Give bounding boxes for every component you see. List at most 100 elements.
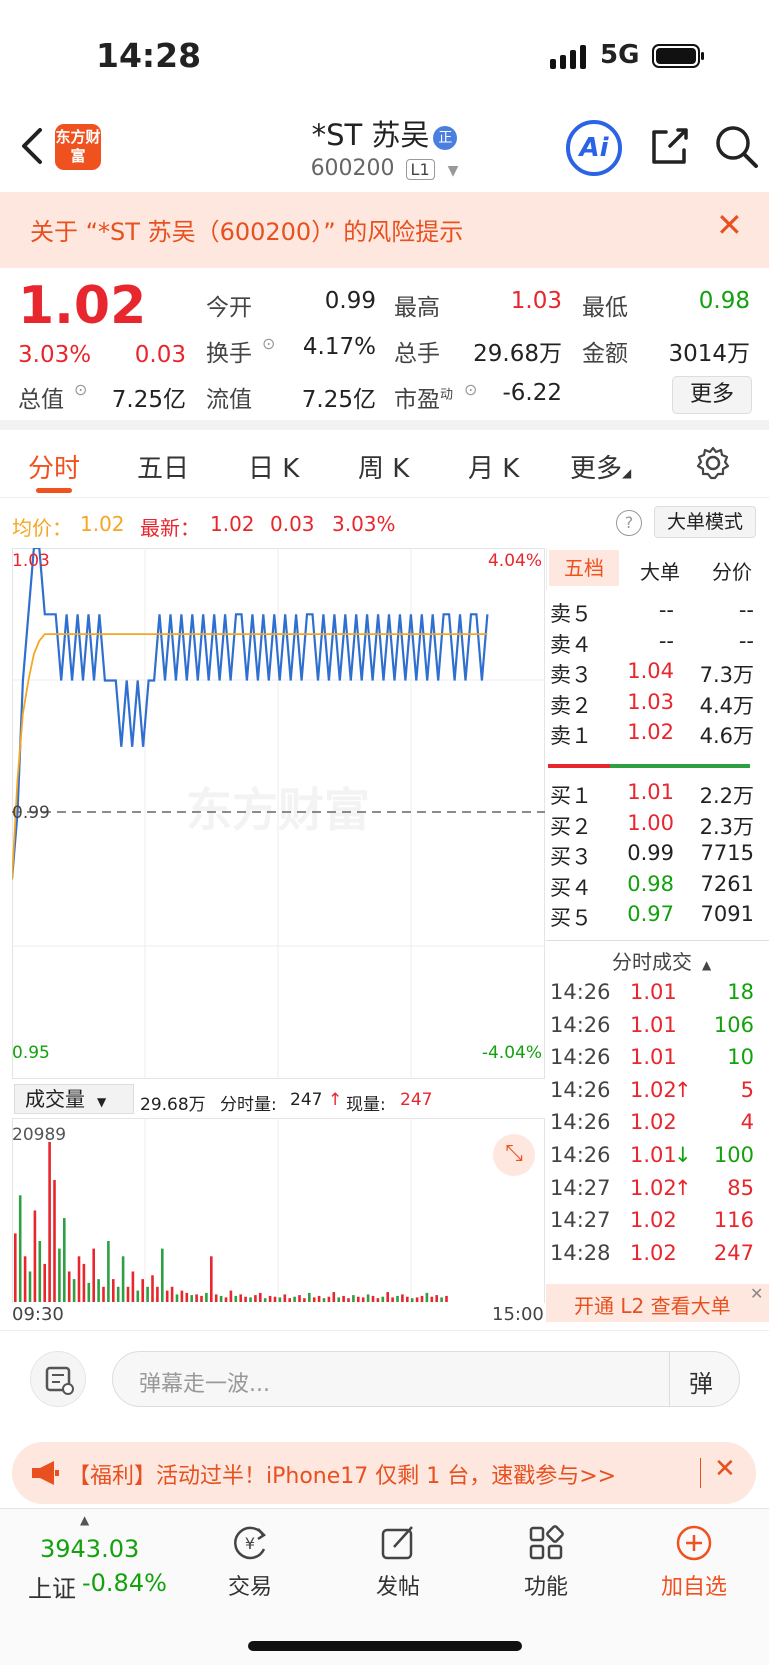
x-label-end: 15:00: [492, 1304, 544, 1325]
ai-button[interactable]: Ai: [566, 120, 622, 176]
latest-percent: 3.03%: [332, 512, 396, 536]
search-icon[interactable]: [714, 124, 760, 170]
ask-row[interactable]: 卖２ 1.03 4.4万: [550, 690, 763, 722]
ask-level-label: 卖４: [550, 632, 592, 657]
bid-row[interactable]: 买２ 1.00 2.3万: [550, 811, 763, 843]
ask-price: 1.03: [627, 689, 674, 714]
tab-month-k[interactable]: 月 K: [468, 448, 519, 485]
info-icon[interactable]: ⊙: [464, 380, 477, 399]
tick-price: 1.02: [630, 1175, 677, 1200]
tab-week-k[interactable]: 周 K: [358, 448, 409, 485]
tick-arrow: ↑: [674, 1175, 692, 1200]
danmu-toggle-icon[interactable]: [30, 1351, 86, 1407]
market-cap-value: 7.25亿: [111, 387, 186, 413]
bid-row[interactable]: 买４ 0.98 7261: [550, 872, 763, 904]
float-cap-label: 流值: [206, 387, 252, 413]
ask-level-label: 卖１: [550, 724, 592, 748]
volume-bar: [77, 1256, 81, 1302]
danmu-bar: 弹幕走一波... 弹: [0, 1330, 769, 1422]
nav-functions[interactable]: 功能: [486, 1523, 606, 1601]
danmu-send-button[interactable]: 弹: [689, 1364, 713, 1399]
index-value[interactable]: 3943.03: [40, 1535, 139, 1563]
volume-bar: [376, 1298, 380, 1302]
tick-row: 14:26 1.01 ↓ 100: [550, 1143, 763, 1175]
ask-row[interactable]: 卖５ -- --: [550, 598, 763, 630]
big-order-mode-button[interactable]: 大单模式: [654, 506, 756, 538]
nav-trade[interactable]: ¥ 交易: [190, 1523, 310, 1601]
tick-time: 14:26: [550, 1045, 611, 1070]
bid-row[interactable]: 买３ 0.99 7715: [550, 841, 763, 873]
tick-price: 1.01: [630, 1012, 677, 1037]
tick-price: 1.02: [630, 1077, 677, 1102]
help-icon[interactable]: ?: [616, 510, 642, 536]
ask-price: --: [658, 628, 674, 653]
expand-icon[interactable]: ⤡: [493, 1134, 535, 1176]
ask-row[interactable]: 卖１ 1.02 4.6万: [550, 720, 763, 752]
info-icon[interactable]: ⊙: [262, 334, 275, 353]
volume-bar: [239, 1294, 242, 1302]
nav-trade-label: 交易: [227, 1575, 272, 1600]
tick-row: 14:27 1.02 ↑ 85: [550, 1176, 763, 1208]
nav-post[interactable]: 发帖: [338, 1523, 458, 1601]
volume-bar: [165, 1290, 169, 1302]
volume-bar: [43, 1263, 46, 1302]
bid-price: 0.98: [627, 871, 674, 896]
close-icon[interactable]: ✕: [716, 206, 743, 244]
promo-text[interactable]: 【福利】活动过半！iPhone17 仅剩 1 台，速戳参与>>: [68, 1458, 616, 1490]
tab-more[interactable]: 更多◢: [570, 448, 631, 485]
tick-trades-header[interactable]: 分时成交 ▲: [612, 946, 711, 975]
volume-selector[interactable]: 成交量 ▼: [14, 1084, 134, 1114]
nav-add-watchlist[interactable]: 加自选: [634, 1523, 754, 1601]
l2-banner-text[interactable]: 开通 L2 查看大单: [574, 1290, 731, 1319]
y-label-top-pct: 4.04%: [488, 551, 542, 571]
promo-banner[interactable]: 【福利】活动过半！iPhone17 仅剩 1 台，速戳参与>> ✕: [12, 1442, 756, 1504]
volume-bar: [63, 1218, 66, 1302]
l2-banner[interactable]: 开通 L2 查看大单 ✕: [546, 1284, 769, 1322]
ask-row[interactable]: 卖４ -- --: [550, 629, 763, 661]
info-icon[interactable]: ⊙: [74, 380, 87, 399]
bid-row[interactable]: 买１ 1.01 2.2万: [550, 780, 763, 812]
volume-bar: [234, 1295, 238, 1302]
index-name[interactable]: 上证: [28, 1569, 76, 1604]
risk-banner[interactable]: 关于 “*ST 苏吴（600200）” 的风险提示 ✕: [0, 192, 769, 268]
volume-bar: [102, 1286, 105, 1302]
intraday-chart[interactable]: 东方财富 1.03 0.99 0.95 4.04% -4.04%: [10, 546, 545, 1080]
tab-big-orders[interactable]: 大单: [627, 556, 693, 585]
volume-bar: [112, 1279, 115, 1302]
volume-bar: [249, 1297, 252, 1302]
bid-volume: 2.2万: [699, 784, 754, 808]
close-icon[interactable]: ✕: [750, 1284, 763, 1303]
risk-banner-text[interactable]: 关于 “*ST 苏吴（600200）” 的风险提示: [30, 212, 463, 247]
volume-bar: [170, 1286, 174, 1302]
tab-five-day[interactable]: 五日: [137, 448, 189, 485]
volume-bar: [322, 1298, 326, 1302]
open-value: 0.99: [324, 288, 376, 314]
volume-bar: [298, 1295, 301, 1302]
nav-functions-label: 功能: [523, 1575, 568, 1600]
volume-bar: [82, 1263, 86, 1302]
tab-underline: [36, 488, 72, 493]
share-icon[interactable]: [648, 126, 690, 168]
volume-chart[interactable]: 20989 ⤡ 09:30 15:00: [12, 1118, 545, 1325]
tab-five-levels[interactable]: 五档: [549, 550, 619, 586]
volume-label: 总手: [394, 341, 440, 367]
tab-intraday[interactable]: 分时: [28, 448, 80, 485]
bid-row[interactable]: 买５ 0.97 7091: [550, 902, 763, 934]
ask-volume: 7.3万: [699, 663, 754, 687]
danmu-input[interactable]: 弹幕走一波... 弹: [112, 1351, 740, 1407]
index-change[interactable]: -0.84%: [82, 1569, 167, 1597]
tab-day-k[interactable]: 日 K: [248, 448, 299, 485]
stock-code: 600200: [310, 156, 395, 181]
ask-row[interactable]: 卖３ 1.04 7.3万: [550, 659, 763, 691]
volume-bar: [121, 1256, 125, 1302]
volume-value: 29.68万: [473, 341, 562, 367]
volume-bar: [396, 1295, 399, 1302]
more-button[interactable]: 更多: [672, 376, 752, 414]
volume-bar: [445, 1295, 448, 1302]
tick-time: 14:26: [550, 1143, 611, 1167]
settings-gear-icon[interactable]: [696, 446, 730, 480]
volume-bar: [92, 1248, 95, 1302]
tab-price-volume[interactable]: 分价: [697, 556, 767, 585]
volume-bar: [381, 1296, 385, 1302]
close-icon[interactable]: ✕: [714, 1454, 736, 1484]
